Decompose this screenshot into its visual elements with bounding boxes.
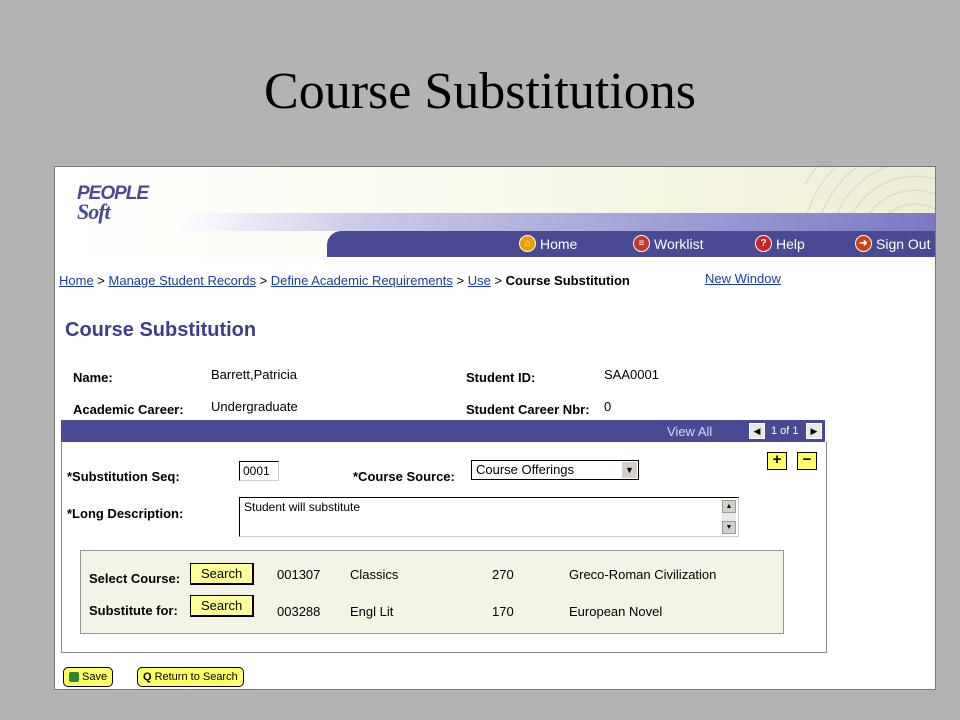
nav-worklist-label: Worklist [654,235,704,252]
delete-row-button[interactable]: − [797,452,817,470]
breadcrumb-home[interactable]: Home [59,273,94,288]
new-window-link[interactable]: New Window [705,271,781,286]
chevron-down-icon[interactable]: ▼ [622,462,637,478]
return-to-search-button[interactable]: Q Return to Search [137,667,244,687]
signout-icon: ➜ [855,235,872,252]
add-row-button[interactable]: + [767,452,787,470]
academic-career-label: Academic Career: [73,402,184,417]
course-source-select[interactable]: Course Offerings ▼ [471,460,639,480]
long-description-value: Student will substitute [244,500,361,514]
banner: PEOPLE Soft ⌂ Home ≡ Worklist ? Help ➜ S… [55,167,935,257]
magnifier-icon: Q [143,671,152,683]
nav-help[interactable]: ? Help [755,235,805,252]
banner-stripe [175,213,935,231]
save-label: Save [82,671,108,683]
select-course-id: 001307 [277,567,321,582]
nav-home[interactable]: ⌂ Home [519,235,577,252]
breadcrumb-use[interactable]: Use [468,273,491,288]
student-career-nbr-label: Student Career Nbr: [466,402,590,417]
description-scrollbar[interactable]: ▲ ▼ [722,500,736,534]
student-career-nbr-value: 0 [604,399,612,414]
slide-title: Course Substitutions [264,63,696,120]
student-id-label: Student ID: [466,370,536,385]
substitute-for-label: Substitute for: [89,603,178,618]
name-label: Name: [73,370,113,385]
nav-help-label: Help [776,235,805,252]
select-course-search-button[interactable]: Search [190,563,255,585]
grid-header: View All ◀ 1 of 1 ▶ [61,420,825,442]
substitute-course-subject: Engl Lit [350,604,394,619]
scroll-down-icon[interactable]: ▼ [722,521,736,534]
substitute-course-title: European Novel [569,604,663,619]
substitute-course-number: 170 [492,604,514,619]
select-course-number: 270 [492,567,514,582]
peoplesoft-logo: PEOPLE Soft [77,184,149,224]
name-value: Barrett,Patricia [211,367,297,382]
worklist-icon: ≡ [633,235,650,252]
page-title: Course Substitution [65,319,257,341]
home-icon: ⌂ [519,235,536,252]
nav-worklist[interactable]: ≡ Worklist [633,235,704,252]
long-description-textarea[interactable]: Student will substitute ▲ ▼ [239,497,739,537]
substitution-seq-label: *Substitution Seq: [67,469,180,484]
select-course-title: Greco-Roman Civilization [569,567,717,582]
breadcrumb: Home > Manage Student Records > Define A… [59,273,630,288]
breadcrumb-define-academic-requirements[interactable]: Define Academic Requirements [271,273,453,288]
view-all-link[interactable]: View All [667,424,712,439]
next-row-icon[interactable]: ▶ [806,423,822,439]
substitution-seq-input[interactable] [239,461,279,481]
scroll-up-icon[interactable]: ▲ [722,500,736,513]
save-button[interactable]: Save [63,667,114,687]
row-count: 1 of 1 [771,425,799,437]
logo-line2: Soft [77,199,111,224]
nav-signout[interactable]: ➜ Sign Out [855,235,930,252]
select-course-subject: Classics [350,567,399,582]
breadcrumb-manage-student-records[interactable]: Manage Student Records [109,273,256,288]
substitute-course-id: 003288 [277,604,321,619]
select-course-label: Select Course: [89,571,181,586]
return-to-search-label: Return to Search [154,671,238,683]
course-source-value: Course Offerings [476,462,575,477]
long-description-label: *Long Description: [67,506,184,521]
course-selection-box [80,550,784,634]
substitute-for-search-button[interactable]: Search [190,595,255,617]
help-icon: ? [755,235,772,252]
globe-decoration [805,167,935,217]
save-icon [69,672,79,682]
course-source-label: *Course Source: [353,469,455,484]
browser-frame: PEOPLE Soft ⌂ Home ≡ Worklist ? Help ➜ S… [54,166,936,690]
nav-signout-label: Sign Out [876,235,931,252]
prev-row-icon[interactable]: ◀ [749,423,765,439]
breadcrumb-current: Course Substitution [505,273,630,288]
nav-home-label: Home [540,235,578,252]
top-nav: ⌂ Home ≡ Worklist ? Help ➜ Sign Out [327,231,935,257]
student-id-value: SAA0001 [604,367,659,382]
academic-career-value: Undergraduate [211,399,298,414]
